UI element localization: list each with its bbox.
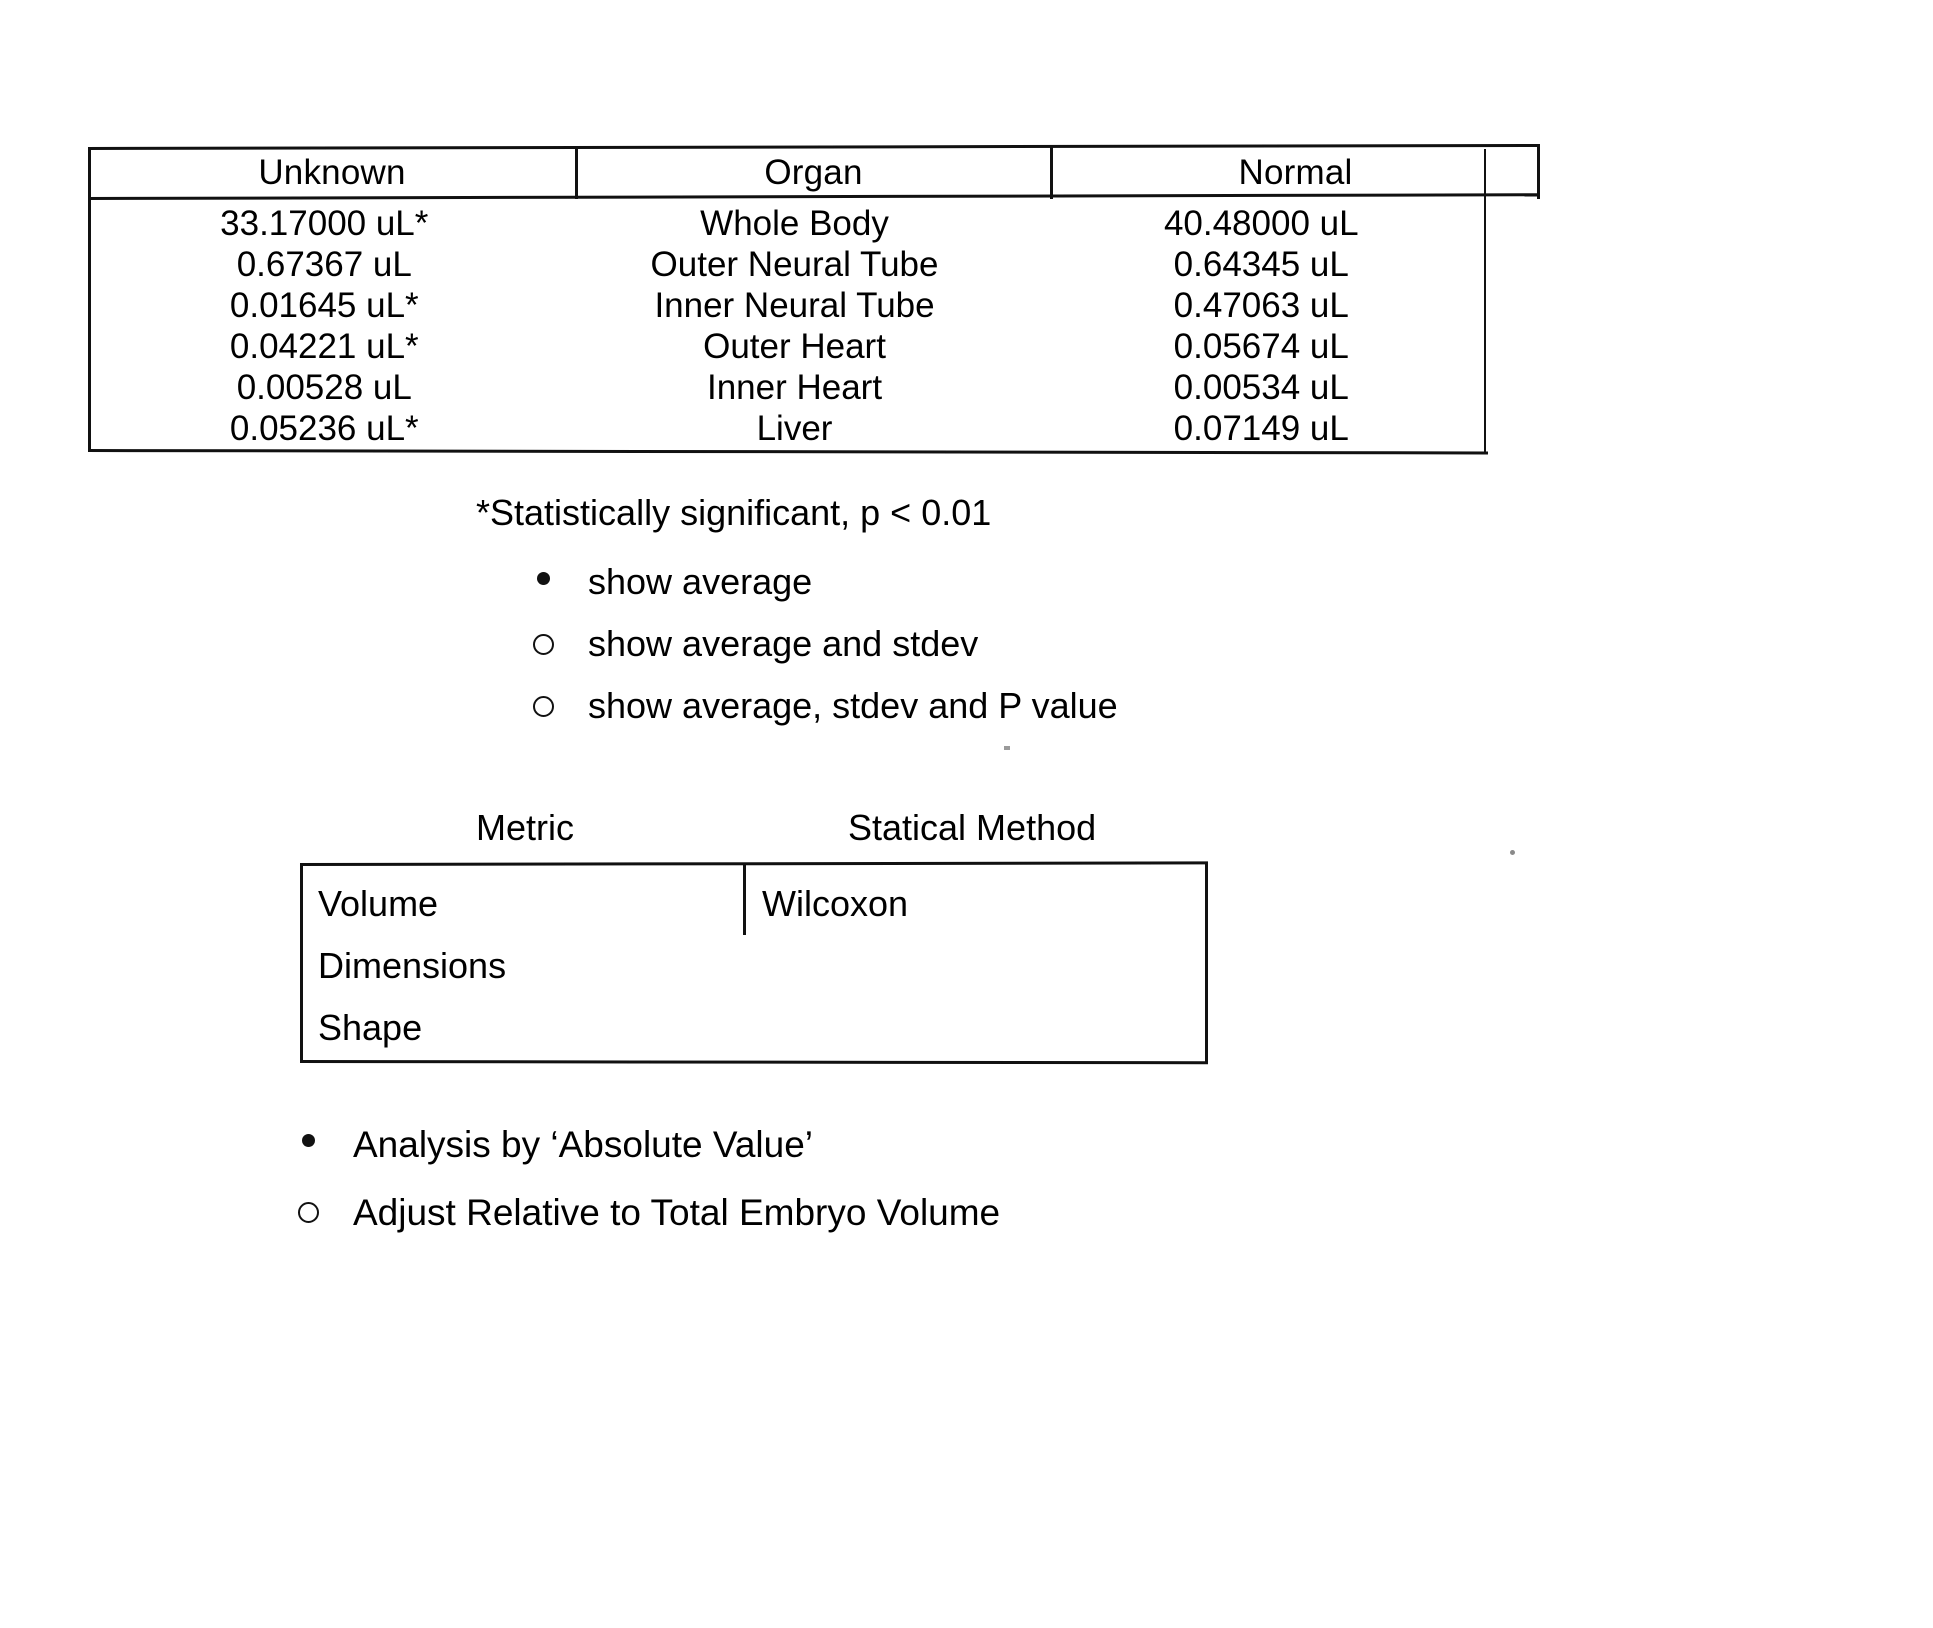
- metric-item-dimensions[interactable]: Dimensions: [318, 935, 738, 997]
- method-column: Wilcoxon: [762, 873, 1192, 935]
- column-header-normal: Normal: [1238, 152, 1353, 192]
- cell-organ: Liver: [756, 409, 833, 448]
- cell-normal: 0.64345 uL: [1173, 245, 1349, 284]
- table-row: 0.05236 uL* Liver 0.07149 uL: [88, 408, 1540, 449]
- cell-normal: 0.00534 uL: [1173, 368, 1349, 407]
- cell-organ: Inner Heart: [706, 368, 883, 407]
- cell-unknown: 0.04221 uL*: [229, 327, 419, 366]
- option-label: Adjust Relative to Total Embryo Volume: [353, 1192, 1001, 1233]
- metric-table: Volume Dimensions Shape Wilcoxon: [299, 861, 1209, 1065]
- display-option-show-average-stdev-pvalue[interactable]: show average, stdev and P value: [520, 684, 1420, 746]
- analysis-options-list: Analysis by ‘Absolute Value’ Adjust Rela…: [285, 1122, 1385, 1258]
- bullet-filled-icon: [285, 1122, 331, 1147]
- cell-organ: Outer Heart: [703, 327, 886, 366]
- column-header-metric: Metric: [476, 807, 574, 848]
- cell-normal: 0.47063 uL: [1173, 286, 1349, 325]
- metric-table-headers: Metric Statical Method: [300, 810, 1210, 854]
- display-option-show-average-stdev[interactable]: show average and stdev: [520, 622, 1420, 684]
- cell-organ: Whole Body: [700, 204, 889, 243]
- cell-unknown: 33.17000 uL*: [220, 204, 429, 243]
- metric-item-shape[interactable]: Shape: [318, 997, 738, 1059]
- metric-table-border-left: [300, 863, 303, 1063]
- table-header-row: Unknown Organ Normal: [88, 147, 1540, 197]
- cell-normal: 0.05674 uL: [1173, 327, 1349, 366]
- bullet-hollow-icon: [520, 684, 566, 717]
- option-label: Analysis by ‘Absolute Value’: [353, 1124, 814, 1165]
- cell-organ: Outer Neural Tube: [650, 245, 939, 284]
- cell-normal: 40.48000 uL: [1163, 204, 1359, 243]
- option-label: show average, stdev and P value: [588, 685, 1118, 726]
- significance-footnote: *Statistically significant, p < 0.01: [476, 492, 992, 533]
- cell-organ: Inner Neural Tube: [654, 286, 935, 325]
- display-option-show-average[interactable]: show average: [520, 560, 1420, 622]
- cell-unknown: 0.05236 uL*: [229, 409, 419, 448]
- metric-column: Volume Dimensions Shape: [318, 873, 738, 1059]
- table-row: 0.04221 uL* Outer Heart 0.05674 uL: [88, 326, 1540, 367]
- scan-artifact-speck: [1004, 746, 1010, 750]
- method-item-wilcoxon[interactable]: Wilcoxon: [762, 873, 1192, 935]
- table-row: 0.01645 uL* Inner Neural Tube 0.47063 uL: [88, 285, 1540, 326]
- cell-unknown: 0.01645 uL*: [229, 286, 419, 325]
- bullet-hollow-icon: [285, 1190, 331, 1223]
- table-row: 33.17000 uL* Whole Body 40.48000 uL: [88, 203, 1540, 244]
- cell-normal: 0.07149 uL: [1173, 409, 1349, 448]
- analysis-option-absolute-value[interactable]: Analysis by ‘Absolute Value’: [285, 1122, 1385, 1190]
- table-row: 0.67367 uL Outer Neural Tube 0.64345 uL: [88, 244, 1540, 285]
- metric-item-volume[interactable]: Volume: [318, 873, 738, 935]
- analysis-option-relative-to-embryo-volume[interactable]: Adjust Relative to Total Embryo Volume: [285, 1190, 1385, 1258]
- scanned-page: Unknown Organ Normal 33.17000 uL* Whole …: [0, 0, 1933, 1628]
- table-border-bottom: [87, 449, 1489, 455]
- display-options-list: show average show average and stdev show…: [520, 560, 1420, 746]
- table-body: 33.17000 uL* Whole Body 40.48000 uL 0.67…: [88, 203, 1540, 449]
- option-label: show average: [588, 561, 813, 602]
- option-label: show average and stdev: [588, 623, 979, 664]
- metric-table-border-bottom: [299, 1060, 1209, 1065]
- bullet-filled-icon: [520, 560, 566, 585]
- table-row: 0.00528 uL Inner Heart 0.00534 uL: [88, 367, 1540, 408]
- metric-table-column-divider: [743, 865, 746, 935]
- scan-artifact-speck: [1510, 850, 1515, 855]
- metric-table-border-top: [299, 861, 1209, 866]
- cell-unknown: 0.00528 uL: [236, 368, 412, 407]
- results-table: Unknown Organ Normal 33.17000 uL* Whole …: [87, 143, 1541, 455]
- metric-table-border-right: [1205, 863, 1208, 1063]
- column-header-statical-method: Statical Method: [848, 807, 1097, 848]
- cell-unknown: 0.67367 uL: [236, 245, 412, 284]
- column-header-organ: Organ: [764, 152, 863, 192]
- column-header-unknown: Unknown: [258, 152, 406, 192]
- bullet-hollow-icon: [520, 622, 566, 655]
